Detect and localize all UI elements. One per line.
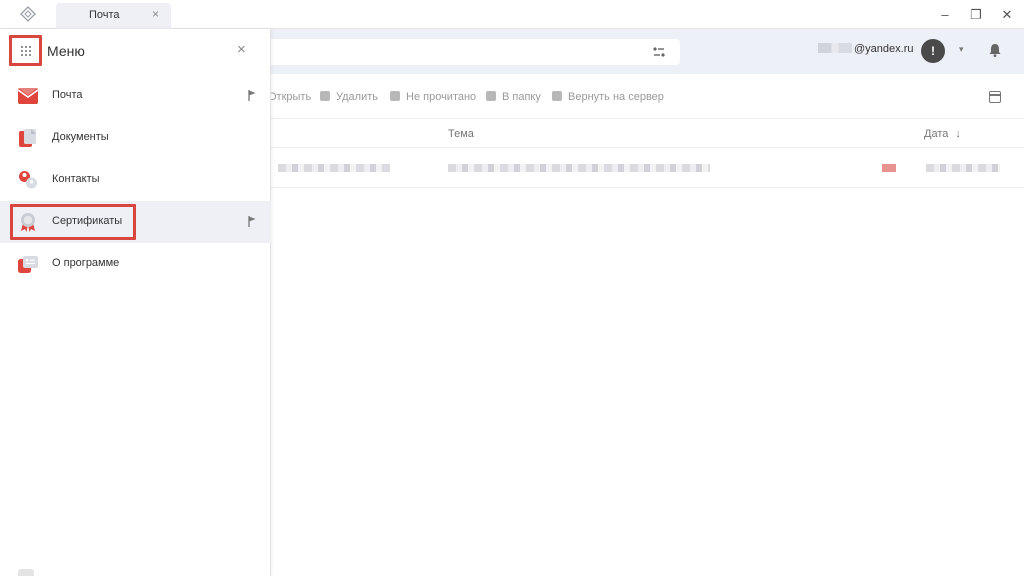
- chevron-down-icon[interactable]: ▾: [959, 44, 964, 55]
- layout-toggle-icon[interactable]: [989, 91, 1001, 103]
- documents-icon: [19, 129, 36, 147]
- move-to-folder-button[interactable]: В папку: [486, 91, 541, 103]
- mail-icon: [18, 88, 38, 104]
- pin-flag-icon[interactable]: [248, 216, 256, 227]
- folder-icon: [486, 91, 496, 101]
- sort-arrow-icon: ↓: [955, 128, 961, 140]
- delete-button[interactable]: Удалить: [320, 91, 378, 103]
- menu-item-mail[interactable]: Почта: [0, 75, 271, 117]
- tab-mail[interactable]: Почта ×: [56, 3, 171, 29]
- apps-grid-button[interactable]: [9, 35, 42, 66]
- tab-close-icon[interactable]: ×: [152, 7, 159, 21]
- return-server-icon: [552, 91, 562, 101]
- restore-button[interactable]: ❐: [967, 6, 985, 24]
- menu-item-documents[interactable]: Документы: [0, 117, 271, 159]
- about-icon: [18, 256, 38, 273]
- grid-icon: [20, 45, 31, 56]
- message-list-header: Тема Дата ↓: [260, 118, 1024, 148]
- pin-flag-icon[interactable]: [248, 90, 256, 101]
- search-input[interactable]: [260, 39, 680, 65]
- menu-drawer: Меню × Почта Документы Контакты Сертифик…: [0, 29, 271, 576]
- trash-icon: [320, 91, 330, 101]
- redacted-subject: [448, 164, 710, 172]
- redacted-sender: [278, 164, 390, 172]
- menu-item-certificates[interactable]: Сертификаты: [0, 201, 271, 243]
- menu-item-label: Документы: [52, 131, 109, 143]
- app-logo-icon: [20, 6, 36, 22]
- minimize-button[interactable]: –: [936, 6, 954, 24]
- column-date[interactable]: Дата ↓: [924, 128, 961, 140]
- menu-item-label: Контакты: [52, 173, 100, 185]
- menu-item-label: Почта: [52, 89, 83, 101]
- highlight-annotation: [10, 204, 136, 240]
- menu-title: Меню: [47, 43, 85, 59]
- account-email[interactable]: @yandex.ru: [818, 43, 913, 55]
- title-bar: Почта × – ❐ ✕: [0, 0, 1024, 29]
- redacted-flag: [882, 164, 896, 172]
- menu-header: Меню ×: [0, 29, 271, 74]
- bottom-menu-icon[interactable]: [18, 569, 34, 576]
- redacted-date: [926, 164, 1000, 172]
- menu-item-label: О программе: [52, 257, 120, 269]
- redacted-username: [818, 43, 852, 53]
- close-icon[interactable]: ×: [237, 41, 246, 59]
- warning-icon[interactable]: !: [921, 39, 945, 63]
- tab-label: Почта: [89, 9, 120, 21]
- menu-item-about[interactable]: О программе: [0, 243, 271, 285]
- contacts-icon: [19, 171, 37, 189]
- envelope-open-icon: [390, 91, 400, 101]
- return-to-server-button[interactable]: Вернуть на сервер: [552, 91, 664, 103]
- close-window-button[interactable]: ✕: [998, 6, 1016, 24]
- mark-unread-button[interactable]: Не прочитано: [390, 91, 476, 103]
- filter-icon[interactable]: [652, 45, 666, 59]
- bell-icon[interactable]: [987, 42, 1003, 58]
- menu-item-contacts[interactable]: Контакты: [0, 159, 271, 201]
- column-subject[interactable]: Тема: [448, 128, 474, 140]
- open-button[interactable]: Открыть: [268, 91, 311, 103]
- table-row[interactable]: [260, 148, 1024, 188]
